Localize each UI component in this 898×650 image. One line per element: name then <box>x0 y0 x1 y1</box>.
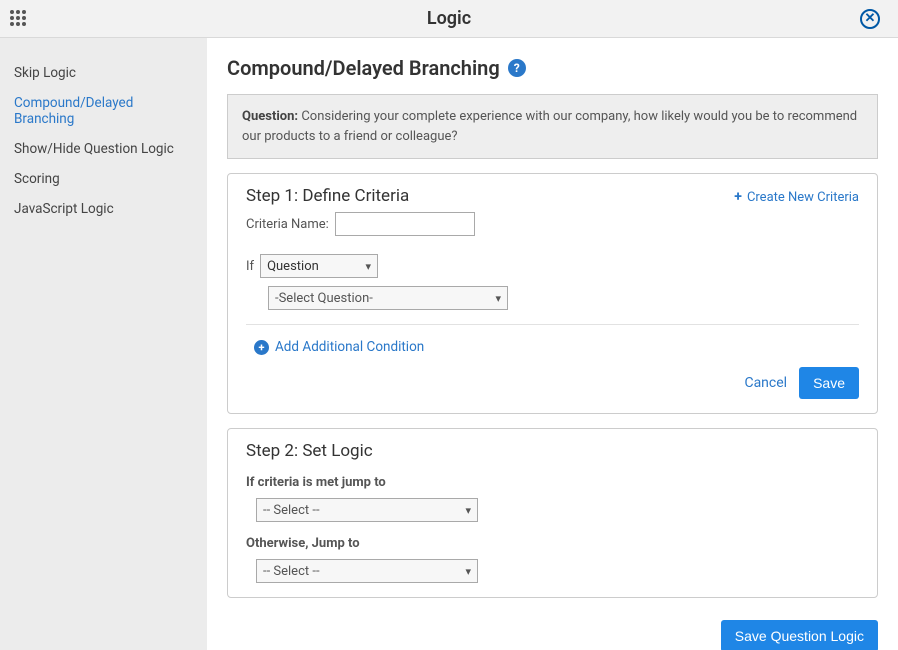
criteria-name-label: Criteria Name: <box>246 217 329 232</box>
sidebar-item-compound-delayed[interactable]: Compound/Delayed Branching <box>0 88 207 134</box>
save-question-logic-button[interactable]: Save Question Logic <box>721 620 878 650</box>
divider <box>246 324 859 325</box>
content-heading: Compound/Delayed Branching ? <box>227 56 878 80</box>
sidebar-item-show-hide[interactable]: Show/Hide Question Logic <box>0 134 207 164</box>
otherwise-selected: -- Select -- <box>263 564 320 579</box>
save-button[interactable]: Save <box>799 367 859 399</box>
step1-panel: Step 1: Define Criteria Criteria Name: +… <box>227 173 878 414</box>
question-text: Considering your complete experience wit… <box>242 109 857 144</box>
close-icon[interactable]: ✕ <box>860 9 880 29</box>
add-condition-link[interactable]: + Add Additional Condition <box>254 339 859 355</box>
if-met-selected: -- Select -- <box>263 503 320 518</box>
content-heading-text: Compound/Delayed Branching <box>227 56 500 80</box>
plus-circle-icon: + <box>254 340 269 355</box>
if-met-label: If criteria is met jump to <box>246 475 859 490</box>
step2-panel: Step 2: Set Logic If criteria is met jum… <box>227 428 878 598</box>
sidebar-item-javascript-logic[interactable]: JavaScript Logic <box>0 194 207 224</box>
step2-title: Step 2: Set Logic <box>246 441 859 461</box>
step1-title: Step 1: Define Criteria <box>246 186 475 206</box>
if-met-select[interactable]: -- Select -- <box>256 498 478 522</box>
if-label: If <box>246 259 254 274</box>
create-new-criteria-link[interactable]: + Create New Criteria <box>734 189 859 205</box>
otherwise-label: Otherwise, Jump to <box>246 536 859 551</box>
question-select[interactable]: -Select Question- <box>268 286 508 310</box>
cancel-button[interactable]: Cancel <box>744 375 787 391</box>
criteria-name-input[interactable] <box>335 212 475 236</box>
help-icon[interactable]: ? <box>508 59 526 77</box>
plus-icon: + <box>734 189 742 205</box>
create-new-criteria-label: Create New Criteria <box>747 190 859 205</box>
header: Logic ✕ <box>0 0 898 38</box>
question-bar: Question: Considering your complete expe… <box>227 94 878 159</box>
if-type-select[interactable]: Question <box>260 254 378 278</box>
question-label: Question: <box>242 109 298 124</box>
add-condition-label: Add Additional Condition <box>275 339 424 355</box>
apps-grid-icon[interactable] <box>10 10 28 28</box>
page-title: Logic <box>427 8 471 29</box>
sidebar: Skip Logic Compound/Delayed Branching Sh… <box>0 38 207 650</box>
otherwise-select[interactable]: -- Select -- <box>256 559 478 583</box>
if-type-selected: Question <box>267 259 319 274</box>
sidebar-item-skip-logic[interactable]: Skip Logic <box>0 58 207 88</box>
content-area: Compound/Delayed Branching ? Question: C… <box>207 38 898 650</box>
question-selected: -Select Question- <box>275 291 373 306</box>
sidebar-item-scoring[interactable]: Scoring <box>0 164 207 194</box>
